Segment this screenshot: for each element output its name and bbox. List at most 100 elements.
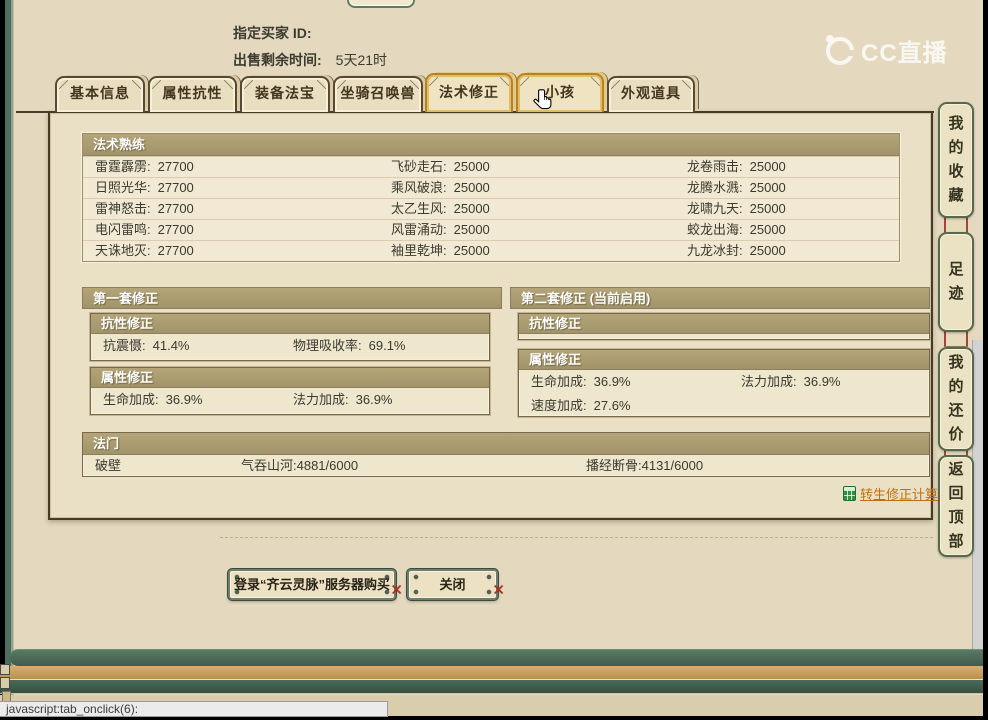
- cc-live-watermark: CC直播: [826, 33, 948, 68]
- red-seal-icon: ✕: [390, 577, 403, 604]
- rebirth-correction-calculator-link[interactable]: 转生修正计算器: [843, 484, 951, 503]
- spell-entry: 九龙冰封: 25000: [687, 241, 887, 261]
- sidebar-back-to-top-button[interactable]: 返回顶部: [938, 455, 974, 557]
- sale-time-value: 5天21时: [336, 50, 387, 70]
- tab-label: 基本信息: [57, 78, 143, 109]
- stat-label: 物理吸收率:: [293, 338, 362, 353]
- stat-label: 抗震慑:: [103, 338, 146, 353]
- spell-value: 25000: [454, 201, 490, 216]
- sidebar-my-favorites-button[interactable]: 我的收藏: [938, 102, 974, 218]
- spell-name: 飞砂走石:: [391, 159, 447, 174]
- second-set-header: 第二套修正 (当前启用): [510, 287, 930, 309]
- spell-entry: 蛟龙出海:25000: [687, 220, 887, 240]
- bottom-frame-bar-green: [0, 679, 983, 694]
- set2-resist-title: 抗性修正: [519, 314, 929, 334]
- tab-label: 装备法宝: [242, 78, 328, 109]
- close-button[interactable]: 关闭 ✕: [407, 569, 498, 600]
- sidebar-footprints-button[interactable]: 足迹: [938, 232, 974, 332]
- famen-entry: 播经断骨:4131/6000: [586, 455, 917, 476]
- spell-name: 乘风破浪:: [391, 180, 447, 195]
- spell-name: 九龙冰封:: [687, 243, 743, 258]
- spell-entry: 天诛地灭:27700: [95, 241, 391, 261]
- second-set-title: 第二套修正 (当前启用): [510, 287, 930, 309]
- sidebar-label: 足迹: [948, 258, 965, 306]
- spell-name: 雷神怒击:: [95, 201, 151, 216]
- spell-entry: 飞砂走石:25000: [391, 157, 687, 177]
- spell-value: 27700: [158, 243, 194, 258]
- set2-attr-box: 属性修正 生命加成:36.9% 法力加成:36.9% 速度加成:27.6%: [518, 349, 930, 417]
- frame-corner-block: [0, 664, 10, 675]
- tab-child[interactable]: 小孩: [516, 73, 604, 112]
- cc-live-logo-text: CC直播: [861, 33, 948, 68]
- sidebar-label: 我的还价: [948, 351, 965, 447]
- spell-value: 25000: [750, 180, 786, 195]
- spell-entry: 龙腾水溅: 25000: [687, 178, 887, 198]
- dashed-divider: [220, 537, 933, 538]
- buyer-id-row: 指定买家 ID:: [233, 23, 312, 43]
- calculator-icon: [843, 486, 856, 501]
- spell-row: 日照光华: 27700 乘风破浪:25000 龙腾水溅: 25000: [83, 177, 899, 198]
- spell-entry: 雷霆霹雳:27700: [95, 157, 391, 177]
- stat-entry: 生命加成: 36.9%: [103, 388, 293, 412]
- tab-label: 外观道具: [609, 78, 693, 109]
- spell-entry: 雷神怒击:27700: [95, 199, 391, 219]
- stat-entry: 生命加成: 36.9%: [531, 370, 741, 394]
- spell-entry: 乘风破浪:25000: [391, 178, 687, 198]
- first-set-header: 第一套修正: [82, 287, 502, 309]
- sidebar-my-counteroffer-button[interactable]: 我的还价: [938, 347, 974, 451]
- tab-appearance-items[interactable]: 外观道具: [607, 76, 695, 112]
- sidebar-connector: [944, 331, 968, 346]
- spell-name: 太乙生风:: [391, 201, 447, 216]
- spell-row: 天诛地灭:27700 袖里乾坤:25000 九龙冰封: 25000: [83, 240, 899, 261]
- tab-basic-info[interactable]: 基本信息: [55, 76, 145, 112]
- tab-spell-correction[interactable]: 法术修正: [425, 73, 513, 112]
- frame-corner-block: [0, 677, 10, 689]
- stat-label: 法力加成:: [741, 374, 797, 389]
- window-frame-left: [0, 0, 16, 720]
- tab-label: 属性抗性: [150, 78, 235, 109]
- stat-value: 36.9%: [594, 374, 631, 389]
- window-frame-right: [983, 0, 988, 720]
- spell-value: 25000: [750, 243, 786, 258]
- stat-label: 法力加成:: [293, 392, 349, 407]
- set2-attr-title: 属性修正: [519, 350, 929, 370]
- stat-value: 36.9%: [166, 392, 203, 407]
- set1-resist-row: 抗震慑:41.4% 物理吸收率:69.1%: [91, 334, 489, 358]
- spell-value: 25000: [750, 222, 786, 237]
- spell-mastery-header: 法术熟练: [83, 134, 899, 156]
- page: 指定买家 ID: 出售剩余时间: 5天21时 CC直播 基本信息 属性抗性 装备…: [0, 0, 988, 720]
- first-set-title: 第一套修正: [82, 287, 502, 309]
- cut-off-top-button[interactable]: [347, 0, 415, 8]
- red-seal-icon: ✕: [492, 577, 505, 604]
- tab-attribute-resist[interactable]: 属性抗性: [148, 76, 237, 112]
- spell-value: 27700: [158, 180, 194, 195]
- spell-entry: 袖里乾坤:25000: [391, 241, 687, 261]
- spell-row: 雷神怒击:27700 太乙生风:25000 龙啸九天:25000: [83, 198, 899, 219]
- tab-equipment-treasure[interactable]: 装备法宝: [240, 76, 330, 112]
- famen-row: 破壁 气吞山河:4881/6000 播经断骨:4131/6000: [83, 455, 929, 476]
- set1-resist-title: 抗性修正: [91, 314, 489, 334]
- spell-mastery-table: 法术熟练 雷霆霹雳:27700 飞砂走石:25000 龙卷雨击:25000 日照…: [82, 133, 900, 262]
- sale-time-row: 出售剩余时间: 5天21时: [233, 50, 387, 70]
- spell-value: 25000: [750, 159, 786, 174]
- stat-entry: 法力加成: 36.9%: [293, 388, 477, 412]
- login-buy-button[interactable]: 登录“齐云灵脉”服务器购买 ✕: [228, 569, 396, 600]
- spell-row: 电闪雷鸣:27700 风雷涌动:25000 蛟龙出海:25000: [83, 219, 899, 240]
- spell-name: 袖里乾坤:: [391, 243, 447, 258]
- famen-entry: 破壁: [95, 455, 241, 476]
- stat-value: 36.9%: [356, 392, 393, 407]
- spell-name: 日照光华:: [95, 180, 151, 195]
- spell-name: 龙腾水溅:: [687, 180, 743, 195]
- sidebar-connector: [944, 217, 968, 232]
- set1-attr-box: 属性修正 生命加成:36.9% 法力加成:36.9%: [90, 367, 490, 415]
- stat-entry: 物理吸收率:69.1%: [293, 334, 477, 358]
- spell-value: 25000: [454, 222, 490, 237]
- tab-mount-summon[interactable]: 坐骑召唤兽: [333, 76, 423, 112]
- cc-live-logo-icon: [826, 37, 854, 65]
- spell-name: 雷霆霹雳:: [95, 159, 151, 174]
- browser-status-bar: javascript:tab_onclick(6):: [0, 701, 388, 717]
- stat-label: 生命加成:: [103, 392, 159, 407]
- spell-entry: 太乙生风: 25000: [391, 199, 687, 219]
- set1-attr-row: 生命加成: 36.9% 法力加成: 36.9%: [91, 388, 489, 412]
- stat-label: 生命加成:: [531, 374, 587, 389]
